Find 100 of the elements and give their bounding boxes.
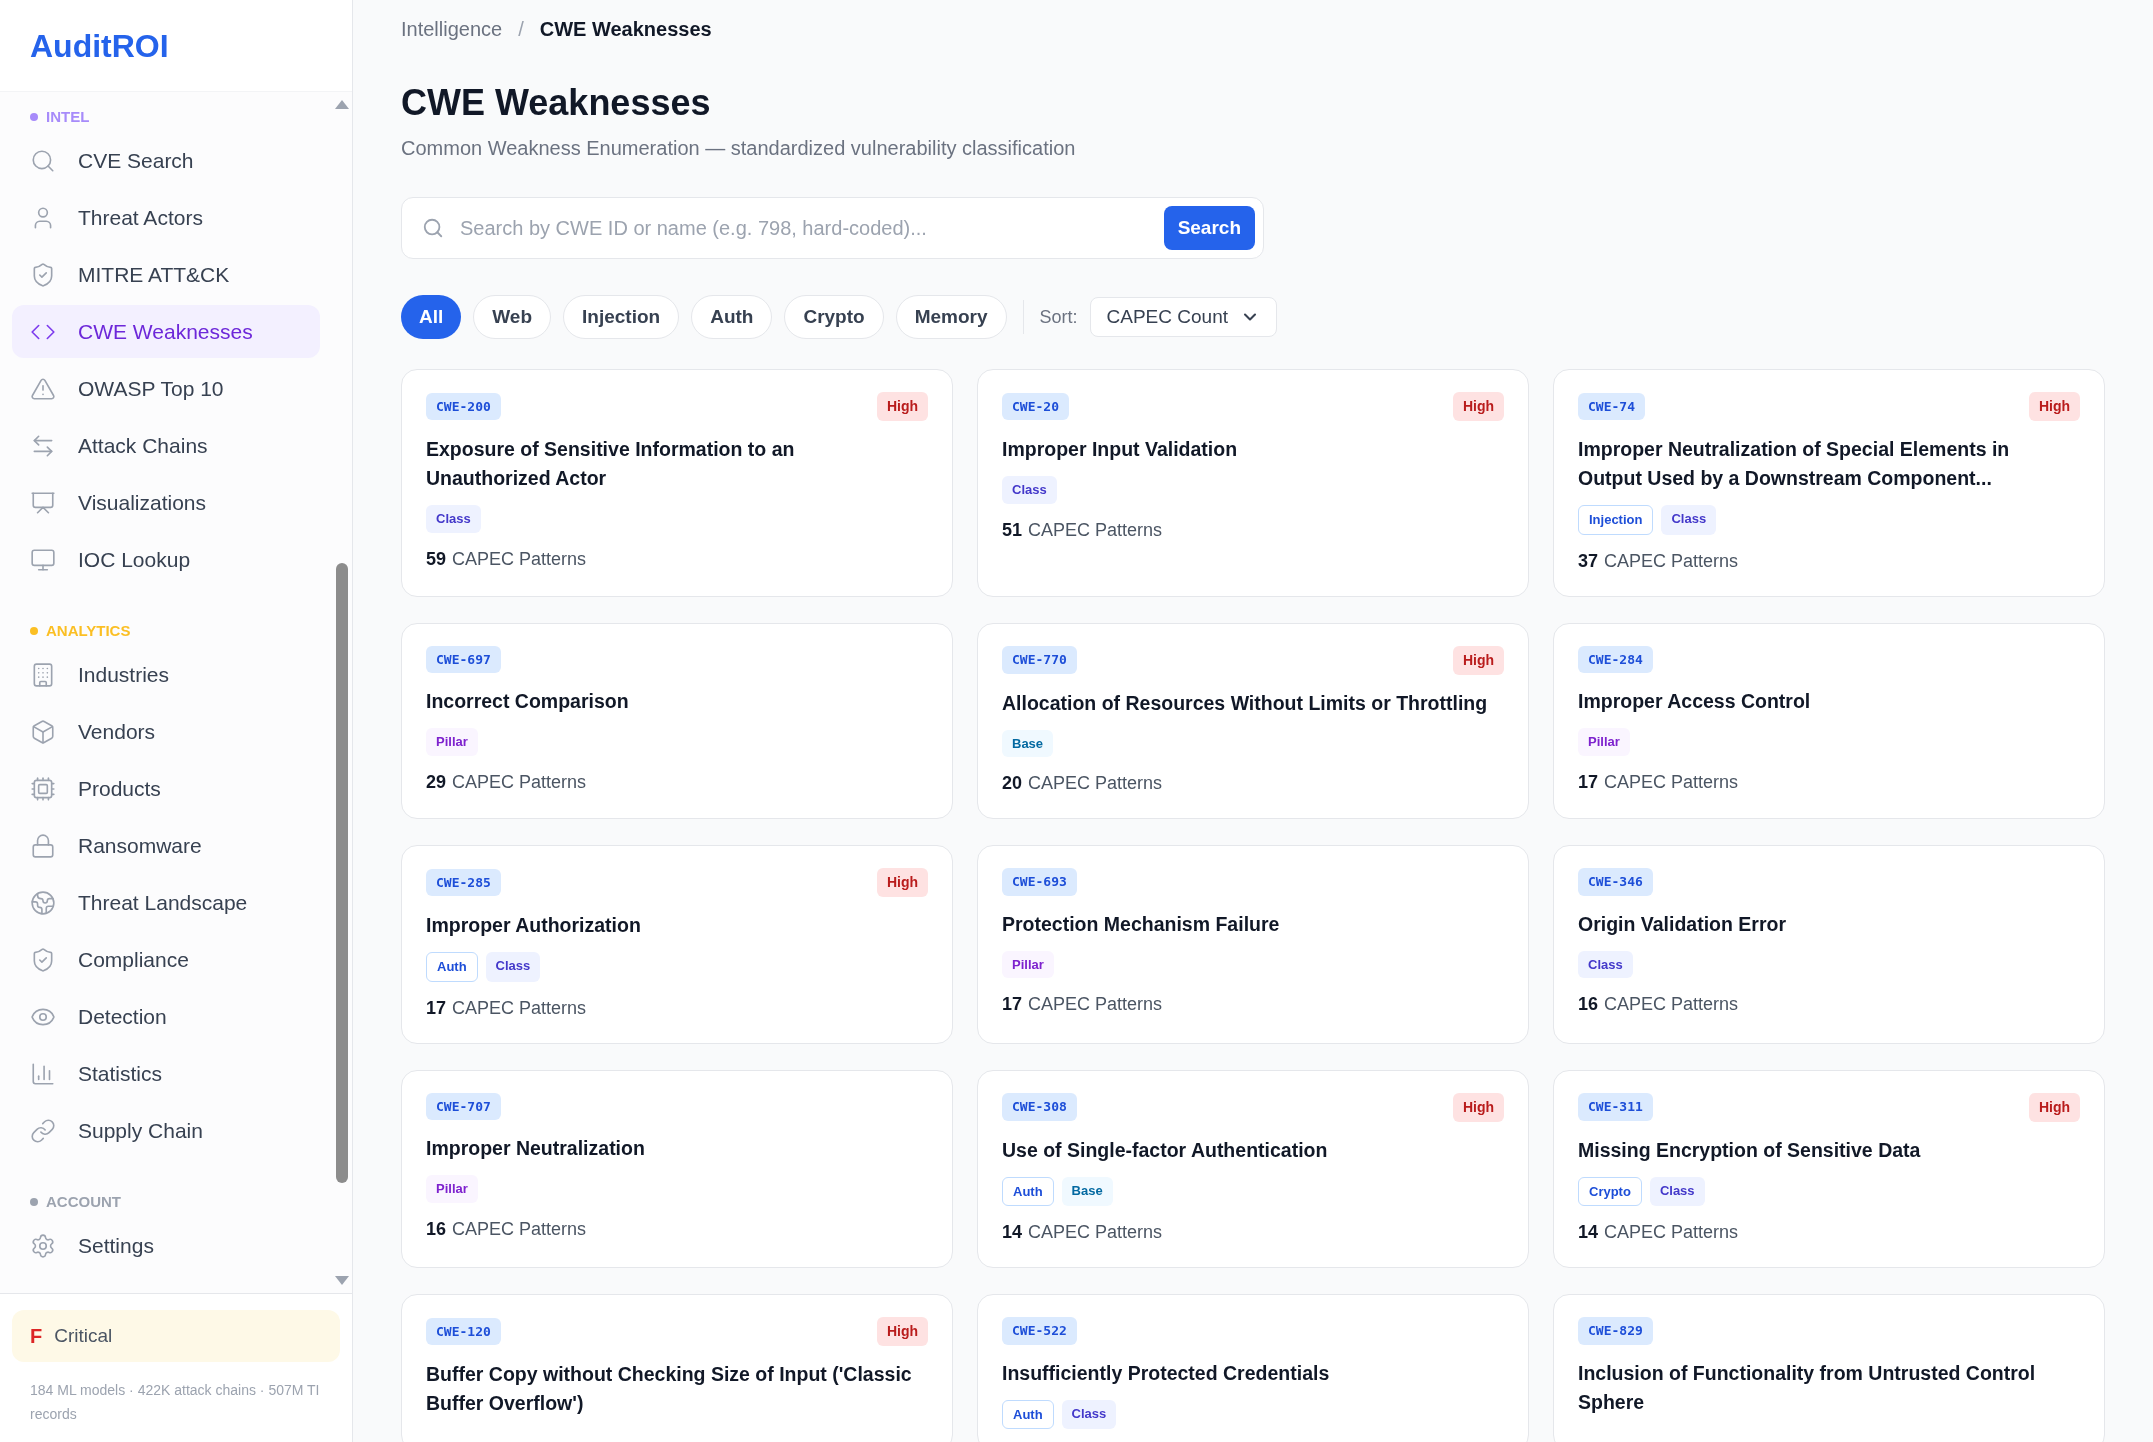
page-title: CWE Weaknesses [401, 81, 712, 125]
pattern-label: CAPEC Patterns [1604, 1221, 1739, 1244]
nav-item[interactable]: Ransomware [12, 819, 320, 872]
weakness-card[interactable]: CWE-522 Insufficiently Protected Credentials Auth Class [977, 1294, 1529, 1442]
tag: Class [1002, 476, 1057, 504]
nav-item[interactable]: CVE Search [12, 134, 320, 187]
nav-item[interactable]: Compliance [12, 933, 320, 986]
breadcrumb-item: CWE Weaknesses [539, 17, 712, 42]
tag: Pillar [426, 728, 478, 756]
nav-item[interactable]: Products [12, 762, 320, 815]
nav-item[interactable]: CWE Weaknesses [12, 305, 320, 358]
filter-chip[interactable]: All [401, 295, 462, 339]
pattern-count: 14 [1002, 1221, 1023, 1244]
nav-item[interactable]: Settings [12, 1219, 320, 1272]
nav-item[interactable]: IOC Lookup [12, 533, 320, 586]
pattern-count: 20 [1002, 772, 1023, 795]
cwe-id-badge: CWE-284 [1578, 645, 1653, 673]
nav-item[interactable]: Threat Landscape [12, 876, 320, 929]
weakness-card[interactable]: CWE-693 Protection Mechanism Failure Pillar 17 CAPEC Patterns [977, 845, 1529, 1044]
tag: Class [426, 505, 481, 533]
nav-item[interactable]: Supply Chain [12, 1104, 320, 1157]
tag: Auth [1002, 1176, 1054, 1206]
breadcrumb-separator: / [518, 17, 524, 42]
weakness-card[interactable]: CWE-829 Inclusion of Functionality from Untrusted Control Sphere [1553, 1294, 2105, 1442]
weakness-title: Use of Single-factor Authentication [1002, 1137, 1329, 1163]
tag: Base [1061, 1176, 1113, 1206]
weakness-title: Origin Validation Error [1578, 911, 1788, 937]
pattern-label: CAPEC Patterns [452, 1217, 587, 1241]
pattern-count: 17 [1578, 770, 1599, 794]
pattern-count: 16 [426, 1217, 447, 1241]
brand-logo[interactable]: AuditROI [30, 21, 169, 70]
nav-item[interactable]: Threat Actors [12, 191, 320, 244]
weakness-card[interactable]: CWE-120 High Buffer Copy without Checking Size of Input ('Classic Buffer Overflow') [401, 1294, 953, 1442]
nav-item[interactable]: MITRE ATT&CK [12, 248, 320, 301]
nav-item[interactable]: OWASP Top 10 [12, 362, 320, 415]
breadcrumb-item[interactable]: Intelligence [401, 14, 503, 44]
nav-item[interactable]: Industries [12, 648, 320, 701]
grade-letter: F [30, 1324, 43, 1349]
search-field[interactable]: Search by CWE ID or name (e.g. 798, hard-coded)... Search [401, 197, 1264, 259]
pattern-count: 14 [1578, 1221, 1599, 1244]
nav-item[interactable]: Visualizations [12, 476, 320, 529]
weakness-card[interactable]: CWE-285 High Improper Authorization Auth Class 17 CAPEC Patterns [401, 845, 953, 1044]
cwe-id-badge: CWE-693 [1002, 868, 1077, 896]
nav-item[interactable]: Attack Chains [12, 419, 320, 472]
sort-select[interactable]: CAPEC Count [1089, 297, 1277, 337]
chip-icon [30, 775, 56, 802]
scroll-down-icon[interactable] [335, 1276, 349, 1285]
severity-badge: High [876, 1317, 928, 1346]
weakness-card[interactable]: CWE-308 High Use of Single-factor Authentication Auth Base 14 CAPEC Patterns [977, 1069, 1529, 1268]
weakness-title: Buffer Copy without Checking Size of Input ('Classic Buffer Overflow') [426, 1362, 913, 1416]
pattern-label: CAPEC Patterns [1604, 770, 1739, 794]
search-input[interactable]: Search by CWE ID or name (e.g. 798, hard-coded)... [460, 213, 1148, 243]
tag: Pillar [1002, 950, 1054, 978]
settings-icon [30, 1232, 56, 1259]
weakness-card[interactable]: CWE-770 High Allocation of Resources Without Limits or Throttling Base 20 CAPEC Patterns [977, 622, 1529, 819]
filter-chip[interactable]: Crypto [784, 295, 884, 339]
tag: Class [1578, 950, 1633, 978]
severity-badge: High [1452, 1092, 1504, 1122]
weakness-card[interactable]: CWE-20 High Improper Input Validation Class 51 CAPEC Patterns [977, 369, 1529, 597]
tag: Auth [1002, 1399, 1054, 1429]
weakness-title: Missing Encryption of Sensitive Data [1578, 1137, 1922, 1163]
cwe-id-badge: CWE-346 [1578, 868, 1653, 896]
weakness-card[interactable]: CWE-697 Incorrect Comparison Pillar 29 CAPEC Patterns [401, 622, 953, 819]
scroll-up-icon[interactable] [335, 100, 349, 109]
filter-chip[interactable]: Injection [563, 295, 680, 339]
pattern-label: CAPEC Patterns [452, 547, 587, 571]
pattern-count: 37 [1578, 549, 1599, 573]
filter-chip[interactable]: Memory [895, 295, 1007, 339]
weakness-card[interactable]: CWE-74 High Improper Neutralization of Special Elements in Output Used by a Downstream Component... Injection Class 37 CAPEC Patterns [1553, 369, 2105, 597]
tag: Auth [426, 952, 478, 982]
pattern-count: 17 [1002, 993, 1023, 1016]
scroll-thumb[interactable] [336, 562, 348, 1183]
pattern-count: 17 [426, 996, 447, 1020]
lock-icon [30, 832, 56, 859]
weakness-title: Allocation of Resources Without Limits or Throttling [1002, 690, 1489, 716]
pattern-count: 59 [426, 547, 447, 571]
pattern-count: 51 [1002, 518, 1023, 542]
weakness-title: Improper Access Control [1578, 689, 1812, 714]
nav-item[interactable]: Statistics [12, 1047, 320, 1100]
weakness-card[interactable]: CWE-200 High Exposure of Sensitive Information to an Unauthorized Actor Class 59 CAPEC Patterns [401, 369, 953, 597]
nav-item[interactable]: Vendors [12, 705, 320, 758]
sort-label: Sort: [1039, 305, 1078, 329]
weakness-title: Incorrect Comparison [426, 689, 630, 714]
search-button[interactable]: Search [1163, 206, 1255, 250]
tag: Class [485, 952, 541, 982]
severity-badge: High [1452, 392, 1504, 421]
cwe-id-badge: CWE-285 [426, 868, 501, 897]
tag: Injection [1578, 505, 1654, 535]
tag: Pillar [426, 1175, 478, 1203]
weakness-card[interactable]: CWE-707 Improper Neutralization Pillar 16 CAPEC Patterns [401, 1069, 953, 1268]
filter-chip[interactable]: Web [473, 295, 552, 339]
filter-chip[interactable]: Auth [691, 295, 773, 339]
tag: Base [1002, 729, 1054, 757]
weakness-card[interactable]: CWE-346 Origin Validation Error Class 16 CAPEC Patterns [1553, 845, 2105, 1044]
severity-badge: High [1452, 645, 1504, 675]
nav-item[interactable]: Detection [12, 990, 320, 1043]
presentation-icon [30, 489, 56, 516]
section-title: ANALYTICS [46, 620, 131, 641]
weakness-card[interactable]: CWE-311 High Missing Encryption of Sensitive Data Crypto Class 14 CAPEC Patterns [1553, 1069, 2105, 1268]
weakness-card[interactable]: CWE-284 Improper Access Control Pillar 17 CAPEC Patterns [1553, 622, 2105, 819]
